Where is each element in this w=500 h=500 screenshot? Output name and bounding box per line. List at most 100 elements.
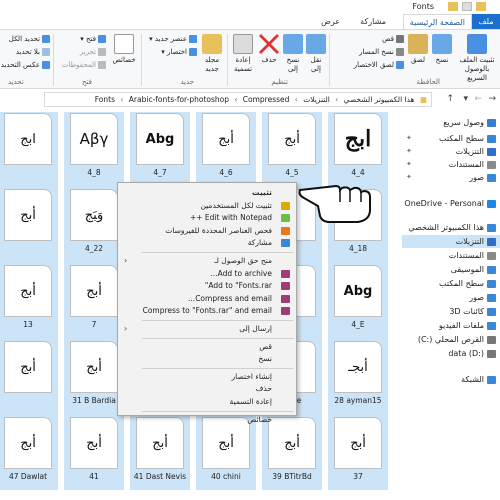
font-file-item[interactable]: ﻭَﺒَﺞ 4_22	[64, 186, 124, 262]
breadcrumb-downloads[interactable]: التنزيلات	[303, 93, 330, 106]
font-file-item[interactable]: أبج 31 B Bardia	[64, 338, 124, 414]
font-file-item[interactable]: Αβγ 4_8	[64, 112, 124, 186]
font-file-item[interactable]: أبج 47 Dawlat	[0, 414, 58, 490]
font-file-item[interactable]: أبج 41	[64, 414, 124, 490]
nav-item[interactable]: OneDrive - Personal	[404, 197, 496, 210]
recent-locations-icon[interactable]: ▾	[463, 94, 468, 104]
address-bar[interactable]: ■ هذا الكمبيوتر الشخصي › التنزيلات › Com…	[44, 92, 432, 107]
paste-button[interactable]: لصق	[406, 34, 430, 65]
ribbon-separator	[53, 34, 54, 86]
pin-icon[interactable]: ✦	[406, 160, 412, 168]
breadcrumb-arabic-fonts[interactable]: Arabic-fonts-for-photoshop	[129, 93, 229, 106]
antivirus-icon	[281, 226, 290, 235]
context-menu-item[interactable]: Compress and email...	[118, 293, 296, 305]
font-file-item[interactable]: أبج 37	[328, 414, 388, 490]
menu-item-label: Compress and email...	[188, 293, 272, 303]
tab-file[interactable]: ملف	[472, 14, 500, 29]
font-file-item[interactable]: Abg 4_7	[130, 112, 190, 186]
context-menu-item[interactable]: تثبيت لكل المستخدمين	[118, 200, 296, 212]
nav-item[interactable]: كائنات 3D	[449, 305, 496, 318]
pin-icon[interactable]: ✦	[406, 173, 412, 181]
properties-button[interactable]: خصائص	[110, 34, 138, 65]
submenu-chevron-icon: ‹	[124, 324, 128, 333]
pin-icon[interactable]: ✦	[406, 147, 412, 155]
context-menu-item[interactable]: منح حق الوصول لـ ‹	[118, 255, 296, 267]
nav-item[interactable]: الموسيقى	[451, 263, 496, 276]
nav-item[interactable]: التنزيلات	[402, 235, 500, 248]
font-preview-glyph: أبج	[20, 283, 36, 299]
cut-button[interactable]: قص	[382, 34, 404, 45]
context-menu-item[interactable]: نسخ	[118, 353, 296, 365]
easy-access-button[interactable]: اختصار ▾	[161, 47, 197, 58]
font-file-item[interactable]: أبج	[0, 338, 58, 414]
nav-item[interactable]: هذا الكمبيوتر الشخصي	[408, 221, 496, 234]
font-file-item[interactable]: ابج	[0, 112, 58, 186]
nav-item[interactable]: الشبكة	[461, 373, 496, 386]
tab-view[interactable]: عرض	[315, 14, 346, 29]
select-none-button[interactable]: بلا تحديد	[16, 47, 50, 58]
context-menu-item[interactable]: إرسال إلى ‹	[118, 323, 296, 335]
invert-selection-button[interactable]: عكس التحديد	[1, 60, 50, 71]
nav-item[interactable]: سطح المكتب	[439, 132, 496, 145]
tab-share[interactable]: مشاركة	[354, 14, 392, 29]
font-file-item[interactable]: أبج 7	[64, 262, 124, 338]
shield-icon	[281, 201, 290, 210]
window-title: Fonts	[412, 2, 434, 11]
context-menu-item[interactable]: حذف	[118, 383, 296, 395]
quick-access-toolbar-icon[interactable]	[462, 2, 472, 11]
select-all-button[interactable]: تحديد الكل	[9, 34, 50, 45]
font-file-item[interactable]: أبج 13	[0, 262, 58, 338]
history-button[interactable]: المحفوظات	[62, 60, 106, 71]
context-menu-item[interactable]: فحص العناصر المحددة للفيروسات	[118, 225, 296, 237]
delete-button[interactable]: حذف	[258, 34, 280, 65]
pin-quick-access-button[interactable]: تثبيت الملف بالوصول السريع	[456, 34, 498, 83]
font-preview-glyph: أبج	[284, 435, 300, 451]
edit-button[interactable]: تحرير	[80, 47, 106, 58]
breadcrumb-fonts[interactable]: Fonts	[95, 93, 115, 106]
nav-item[interactable]: صور	[469, 171, 496, 184]
context-menu-item[interactable]: إنشاء اختصار	[118, 371, 296, 383]
context-menu-item[interactable]: إعادة التسمية	[118, 396, 296, 408]
copy-button[interactable]: نسخ	[430, 34, 454, 65]
nav-item[interactable]: data (D:)	[448, 347, 496, 360]
context-menu-item[interactable]: تثبيت	[118, 187, 296, 199]
font-file-item[interactable]: Abg 4_E	[328, 262, 388, 338]
breadcrumb-this-pc[interactable]: هذا الكمبيوتر الشخصي	[344, 93, 415, 106]
copy-to-button[interactable]: نسخ إلى	[282, 34, 304, 74]
nav-item[interactable]: التنزيلات	[456, 145, 496, 158]
nav-item[interactable]: صور	[469, 291, 496, 304]
address-bar-row: → ← ▾ ↑ ■ هذا الكمبيوتر الشخصي › التنزيل…	[0, 92, 500, 108]
up-arrow-icon[interactable]: ↑	[446, 94, 454, 104]
font-file-item[interactable]: أبج	[0, 186, 58, 262]
edit-icon	[98, 48, 106, 56]
nav-item[interactable]: وصول سريع	[443, 116, 496, 129]
context-menu-item[interactable]: Add to archive...	[118, 268, 296, 280]
font-file-item[interactable]: أبج 4_6	[196, 112, 256, 186]
nav-item[interactable]: القرص المحلي (:C)	[418, 333, 496, 346]
breadcrumb-compressed[interactable]: Compressed	[243, 93, 290, 106]
nav-item-label: الشبكة	[461, 375, 484, 384]
nav-item[interactable]: المستندات	[449, 249, 496, 262]
tab-home[interactable]: الصفحة الرئيسية	[402, 14, 472, 29]
nav-item[interactable]: المستندات	[449, 158, 496, 171]
rename-button[interactable]: إعادة تسمية	[230, 34, 256, 74]
pin-icon[interactable]: ✦	[406, 134, 412, 142]
copy-path-button[interactable]: نسخ المسار	[359, 47, 404, 58]
context-menu-item[interactable]: مشاركة	[118, 237, 296, 249]
new-folder-quick-icon[interactable]	[448, 2, 458, 11]
context-menu-item[interactable]: Edit with Notepad ++	[118, 212, 296, 224]
paste-shortcut-button[interactable]: لصق الاختصار	[354, 60, 404, 71]
nav-item[interactable]: سطح المكتب	[439, 277, 496, 290]
font-file-item[interactable]: أبجـ 28 ayman15	[328, 338, 388, 414]
open-button[interactable]: فتح ▾	[80, 34, 106, 45]
forward-arrow-icon[interactable]: ←	[474, 94, 482, 104]
new-item-button[interactable]: عنصر جديد ▾	[149, 34, 197, 45]
back-arrow-icon[interactable]: →	[488, 94, 496, 104]
context-menu-item[interactable]: Compress to "Fonts.rar" and email	[118, 305, 296, 317]
context-menu-item[interactable]: قص	[118, 341, 296, 353]
context-menu-item[interactable]: خصائص	[118, 414, 296, 426]
nav-item[interactable]: ملفات الفيديو	[439, 319, 496, 332]
new-folder-button[interactable]: مجلد جديد	[199, 34, 225, 74]
context-menu-item[interactable]: Add to "Fonts.rar"	[118, 280, 296, 292]
move-to-button[interactable]: نقل إلى	[305, 34, 327, 74]
